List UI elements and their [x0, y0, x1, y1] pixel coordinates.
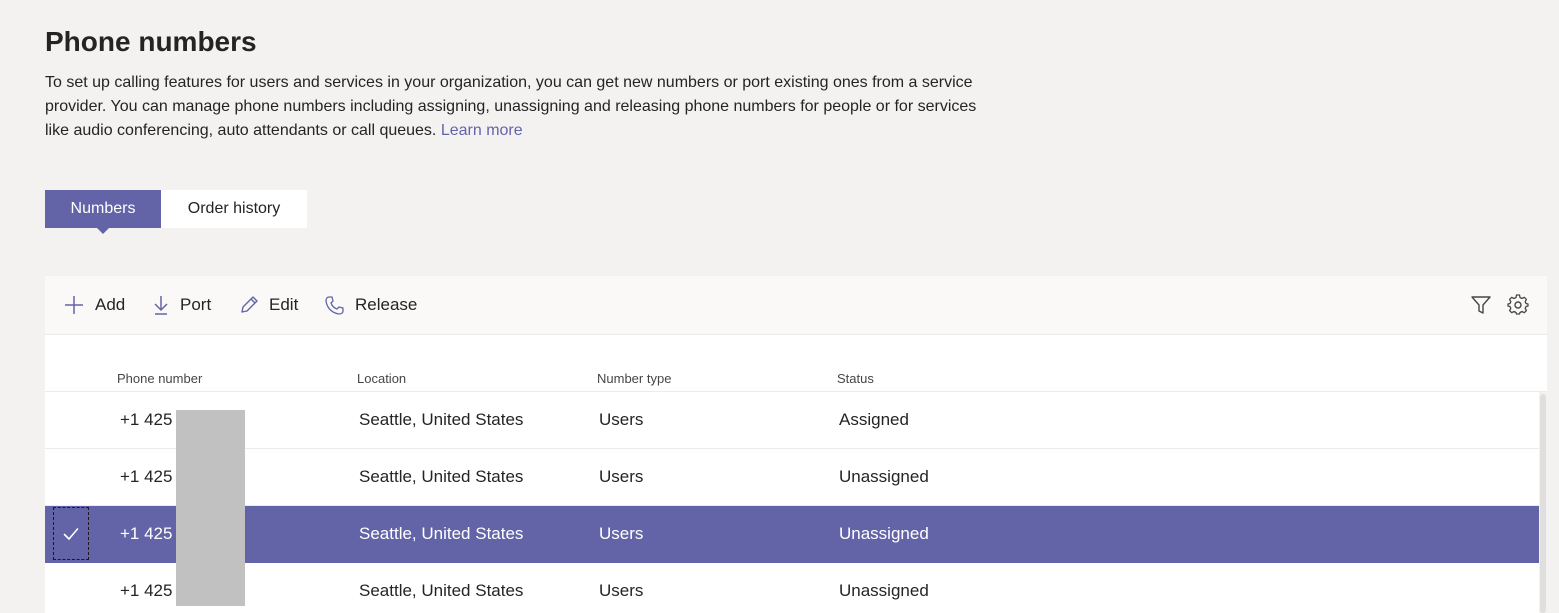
- edit-button[interactable]: Edit: [239, 276, 298, 334]
- add-button[interactable]: Add: [63, 276, 125, 334]
- column-header-number-type[interactable]: Number type: [597, 371, 671, 386]
- phone-number-cell: +1 425: [120, 581, 173, 600]
- phone-number-cell: +1 425: [120, 467, 173, 486]
- status-cell: Unassigned: [839, 467, 929, 486]
- numbers-panel: Add Port Edit Release Phone number Locat…: [45, 276, 1547, 613]
- phone-icon: [325, 295, 344, 315]
- status-cell: Assigned: [839, 410, 909, 429]
- tab-numbers[interactable]: Numbers: [45, 190, 161, 234]
- column-header-phone-number[interactable]: Phone number: [117, 371, 202, 386]
- number-type-cell: Users: [599, 581, 644, 600]
- learn-more-link[interactable]: Learn more: [441, 122, 523, 139]
- add-label: Add: [95, 295, 126, 314]
- phone-number-cell: +1 425: [120, 410, 173, 429]
- plus-icon: [65, 296, 83, 314]
- phone-numbers-page: Phone numbers To set up calling features…: [0, 0, 1559, 613]
- number-type-cell: Users: [599, 467, 644, 486]
- status-cell: Unassigned: [839, 581, 929, 600]
- checkmark-icon: [63, 527, 79, 540]
- redaction-block: [176, 410, 245, 606]
- edit-label: Edit: [269, 295, 299, 314]
- column-header-status[interactable]: Status: [837, 371, 874, 386]
- port-button[interactable]: Port: [152, 276, 211, 334]
- location-cell: Seattle, United States: [359, 467, 524, 486]
- row-checkbox[interactable]: [53, 507, 89, 560]
- scrollbar-thumb[interactable]: [1540, 394, 1546, 613]
- download-icon: [154, 296, 168, 315]
- table-row-selected[interactable]: +1 425 Seattle, United States Users Unas…: [45, 506, 1539, 563]
- location-cell: Seattle, United States: [359, 410, 524, 429]
- page-description: To set up calling features for users and…: [45, 71, 980, 143]
- table-row[interactable]: +1 425 Seattle, United States Users Unas…: [45, 563, 1539, 613]
- location-cell: Seattle, United States: [359, 581, 524, 600]
- gear-icon[interactable]: [1507, 294, 1529, 316]
- release-label: Release: [355, 295, 418, 314]
- toolbar: Add Port Edit Release: [45, 276, 1547, 335]
- release-button[interactable]: Release: [324, 276, 417, 334]
- pencil-icon: [241, 296, 258, 313]
- status-cell: Unassigned: [839, 524, 929, 543]
- vertical-scrollbar[interactable]: [1539, 392, 1547, 613]
- table-row[interactable]: +1 425 Seattle, United States Users Assi…: [45, 392, 1539, 449]
- tab-bar: Numbers Order history: [45, 190, 307, 234]
- table-row[interactable]: +1 425 Seattle, United States Users Unas…: [45, 449, 1539, 506]
- number-type-cell: Users: [599, 524, 644, 543]
- tab-order-history[interactable]: Order history: [161, 190, 307, 228]
- port-label: Port: [180, 295, 212, 314]
- numbers-table-body: +1 425 Seattle, United States Users Assi…: [45, 392, 1539, 613]
- column-header-location[interactable]: Location: [357, 371, 406, 386]
- location-cell: Seattle, United States: [359, 524, 524, 543]
- number-type-cell: Users: [599, 410, 644, 429]
- phone-number-cell: +1 425: [120, 524, 173, 543]
- filter-icon[interactable]: [1470, 294, 1492, 316]
- page-title: Phone numbers: [45, 26, 257, 57]
